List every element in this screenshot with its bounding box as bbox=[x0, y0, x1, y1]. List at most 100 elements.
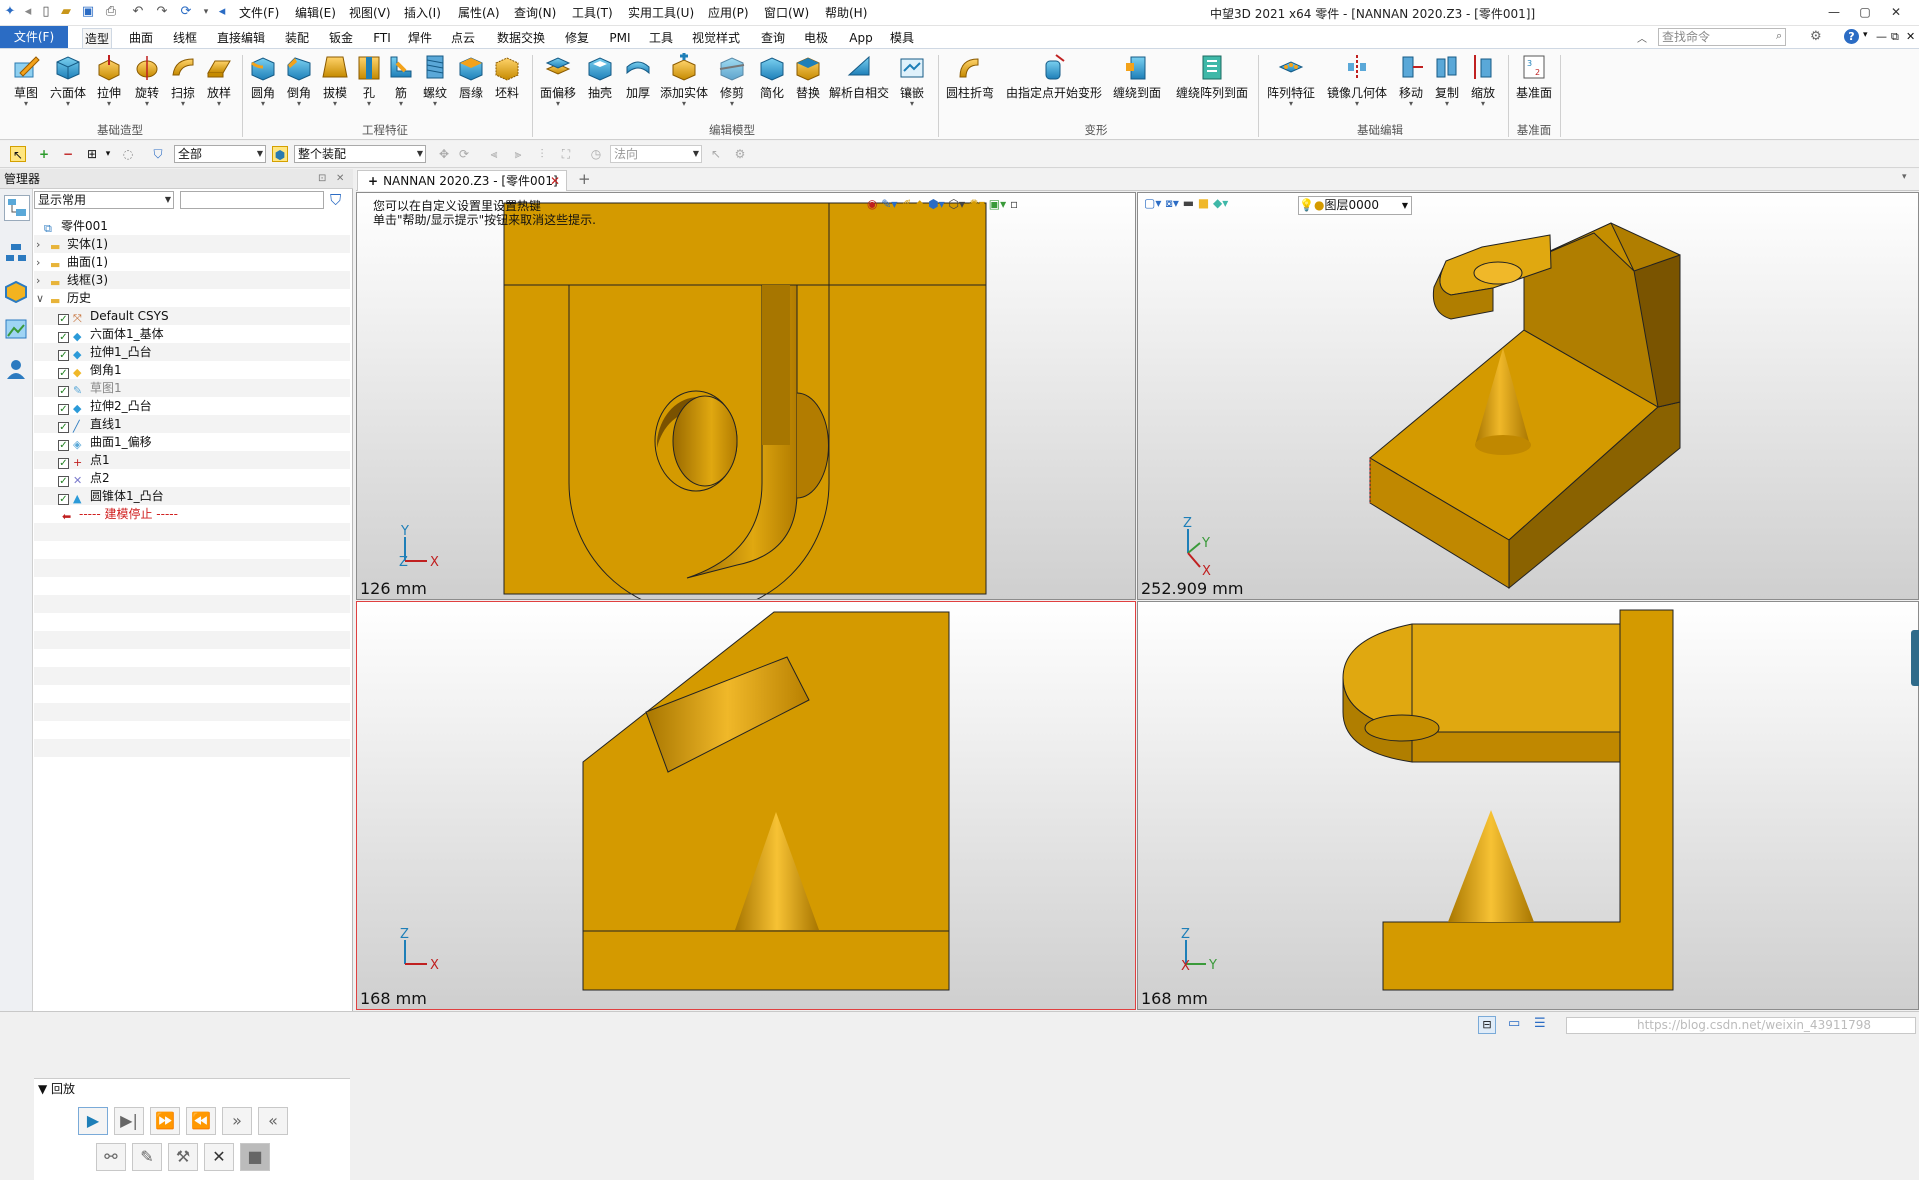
help-dropdown-icon[interactable]: ▾ bbox=[1863, 30, 1868, 40]
display-mode-icon[interactable]: ▣▾ bbox=[989, 197, 1006, 211]
tree-row[interactable]: › ▬ 曲面(1) bbox=[34, 253, 350, 271]
visibility-checkbox[interactable]: ✓ bbox=[58, 350, 69, 361]
tab-visual-style[interactable]: 视觉样式 bbox=[690, 28, 742, 48]
menu-attribute[interactable]: 属性(A) bbox=[458, 5, 500, 21]
tree-row[interactable]: ⧉ 零件001 bbox=[34, 217, 350, 235]
remove-filter-icon[interactable]: − bbox=[60, 146, 76, 162]
self-intersect-button[interactable]: 解析自相交 bbox=[828, 53, 890, 121]
pattern-feature-button[interactable]: 阵列特征 ▾ bbox=[1262, 53, 1320, 121]
search-command-input[interactable]: 查找命令 bbox=[1658, 28, 1786, 46]
new-tab-icon[interactable]: + bbox=[578, 170, 591, 188]
tab-tools[interactable]: 工具 bbox=[646, 28, 676, 48]
tree-row[interactable]: ⬅ ----- 建模停止 ----- bbox=[34, 505, 350, 523]
menu-apps[interactable]: 应用(P) bbox=[708, 5, 749, 21]
normal-icon[interactable]: ◷ bbox=[588, 146, 604, 162]
move-button[interactable]: 移动 ▾ bbox=[1394, 53, 1428, 121]
menu-arrow-icon[interactable]: ◂ bbox=[20, 4, 36, 20]
add-filter-icon[interactable]: + bbox=[36, 146, 52, 162]
rotate-pick-icon[interactable]: ⟳ bbox=[456, 146, 472, 162]
replace-button[interactable]: 替换 bbox=[790, 53, 826, 121]
section-icon[interactable]: ✺▾ bbox=[969, 197, 985, 211]
tree-row[interactable]: › ▬ 线框(3) bbox=[34, 271, 350, 289]
tree-row[interactable]: ✓ ◆ 拉伸1_凸台 bbox=[34, 343, 350, 361]
stock-button[interactable]: 坯料 bbox=[490, 53, 524, 121]
run-button[interactable]: ⚒ bbox=[168, 1143, 198, 1171]
draft-button[interactable]: 拔模 ▾ bbox=[318, 53, 352, 121]
file-menu-button[interactable]: 文件(F) bbox=[0, 26, 68, 48]
expand-arrow-icon[interactable]: › bbox=[36, 272, 46, 290]
visibility-checkbox[interactable]: ✓ bbox=[58, 404, 69, 415]
align-center-icon[interactable]: ⫸ bbox=[510, 146, 526, 162]
refresh-icon[interactable]: ⟳ bbox=[178, 4, 194, 20]
rib-button[interactable]: 筋 ▾ bbox=[386, 53, 416, 121]
emboss-button[interactable]: 镶嵌 ▾ bbox=[892, 53, 932, 121]
tab-fti[interactable]: FTI bbox=[370, 28, 394, 48]
doc-close-button[interactable]: ✕ bbox=[1906, 30, 1915, 43]
maximize-button[interactable]: ▢ bbox=[1856, 3, 1874, 21]
menu-insert[interactable]: 插入(I) bbox=[404, 5, 441, 21]
tree-row[interactable]: ✓ ╱ 直线1 bbox=[34, 415, 350, 433]
line-color-icon[interactable]: ▬ bbox=[1183, 196, 1194, 210]
tab-direct-edit[interactable]: 直接编辑 bbox=[215, 28, 267, 48]
document-tab[interactable]: + NANNAN 2020.Z3 - [零件001] ✕ bbox=[357, 170, 567, 191]
shell-button[interactable]: 抽壳 bbox=[582, 53, 618, 121]
tab-assembly[interactable]: 装配 bbox=[282, 28, 312, 48]
settings-gear-icon[interactable]: ⚙ bbox=[1810, 29, 1822, 44]
visibility-checkbox[interactable]: ✓ bbox=[58, 476, 69, 487]
menu-file[interactable]: 文件(F) bbox=[239, 5, 279, 21]
side-panel-handle[interactable] bbox=[1911, 630, 1919, 686]
tab-close-icon[interactable]: ✕ bbox=[550, 171, 560, 191]
point-deform-button[interactable]: 由指定点开始变形 bbox=[1002, 53, 1106, 121]
chamfer-button[interactable]: 倒角 ▾ bbox=[282, 53, 316, 121]
tree-row[interactable]: ✓ ◆ 六面体1_基体 bbox=[34, 325, 350, 343]
tab-list-icon[interactable]: ▾ bbox=[1902, 172, 1907, 182]
lip-button[interactable]: 唇缘 bbox=[454, 53, 488, 121]
lasso-icon[interactable]: ◌ bbox=[120, 146, 136, 162]
tree-row[interactable]: ✓ ◆ 倒角1 bbox=[34, 361, 350, 379]
visibility-checkbox[interactable]: ✓ bbox=[58, 494, 69, 505]
thread-button[interactable]: 螺纹 ▾ bbox=[418, 53, 452, 121]
hole-button[interactable]: 孔 ▾ bbox=[354, 53, 384, 121]
tab-query[interactable]: 查询 bbox=[758, 28, 788, 48]
wrap-to-face-button[interactable]: 缠绕到面 bbox=[1108, 53, 1166, 121]
loft-button[interactable]: 放样 ▾ bbox=[202, 53, 236, 121]
doc-minimize-button[interactable]: — bbox=[1876, 30, 1887, 43]
tab-modeling[interactable]: 造型 bbox=[82, 28, 112, 48]
tree-row[interactable]: ✓ ⤧ Default CSYS bbox=[34, 307, 350, 325]
tab-surface[interactable]: 曲面 bbox=[126, 28, 156, 48]
part-tab-icon[interactable] bbox=[4, 279, 30, 305]
tab-app[interactable]: App bbox=[846, 28, 876, 48]
step-back-button[interactable]: ⏪ bbox=[186, 1107, 216, 1135]
snap-icon[interactable]: ⛶ bbox=[558, 146, 574, 162]
menu-window[interactable]: 窗口(W) bbox=[764, 5, 809, 21]
pin-icon[interactable]: ⊡ bbox=[318, 169, 326, 189]
undo-icon[interactable]: ↶ bbox=[130, 4, 146, 20]
settings-gray-icon[interactable]: ⚙ bbox=[732, 146, 748, 162]
align-right-icon[interactable]: ⫶ bbox=[534, 146, 550, 162]
tree-row[interactable]: ✓ ✎ 草图1 bbox=[34, 379, 350, 397]
face-offset-button[interactable]: 面偏移 ▾ bbox=[536, 53, 580, 121]
qa-dropdown-icon[interactable]: ▾ bbox=[198, 4, 214, 20]
tree-row[interactable]: › ▬ 实体(1) bbox=[34, 235, 350, 253]
collapse-ribbon-icon[interactable]: ︿ bbox=[1637, 30, 1647, 45]
save-icon[interactable]: ▣ bbox=[80, 4, 96, 20]
panel-close-icon[interactable]: ✕ bbox=[336, 169, 344, 189]
select-box-icon[interactable]: ⊞ bbox=[84, 146, 100, 162]
trim-button[interactable]: 修剪 ▾ bbox=[712, 53, 752, 121]
rewind-button[interactable]: « bbox=[258, 1107, 288, 1135]
tab-wireframe[interactable]: 线框 bbox=[170, 28, 200, 48]
search-icon[interactable]: ⌕ bbox=[1776, 29, 1782, 43]
open-file-icon[interactable]: ▰ bbox=[58, 4, 74, 20]
menu-utilities[interactable]: 实用工具(U) bbox=[628, 5, 694, 21]
fillet-button[interactable]: 圆角 ▾ bbox=[246, 53, 280, 121]
standard-views-icon[interactable]: ⬡▾ bbox=[949, 197, 966, 211]
tree-row[interactable]: ✓ ◈ 曲面1_偏移 bbox=[34, 433, 350, 451]
viewport-side-selected[interactable]: Z X 168 mm bbox=[356, 601, 1136, 1010]
simplify-button[interactable]: 简化 bbox=[754, 53, 790, 121]
fit-icon[interactable]: ▫ bbox=[1010, 197, 1018, 211]
fast-forward-button[interactable]: » bbox=[222, 1107, 252, 1135]
tab-sheetmetal[interactable]: 钣金 bbox=[326, 28, 356, 48]
cancel-button[interactable]: ✕ bbox=[204, 1143, 234, 1171]
sketch-view-icon[interactable]: ✐ bbox=[901, 197, 911, 211]
redo-icon[interactable]: ↷ bbox=[154, 4, 170, 20]
